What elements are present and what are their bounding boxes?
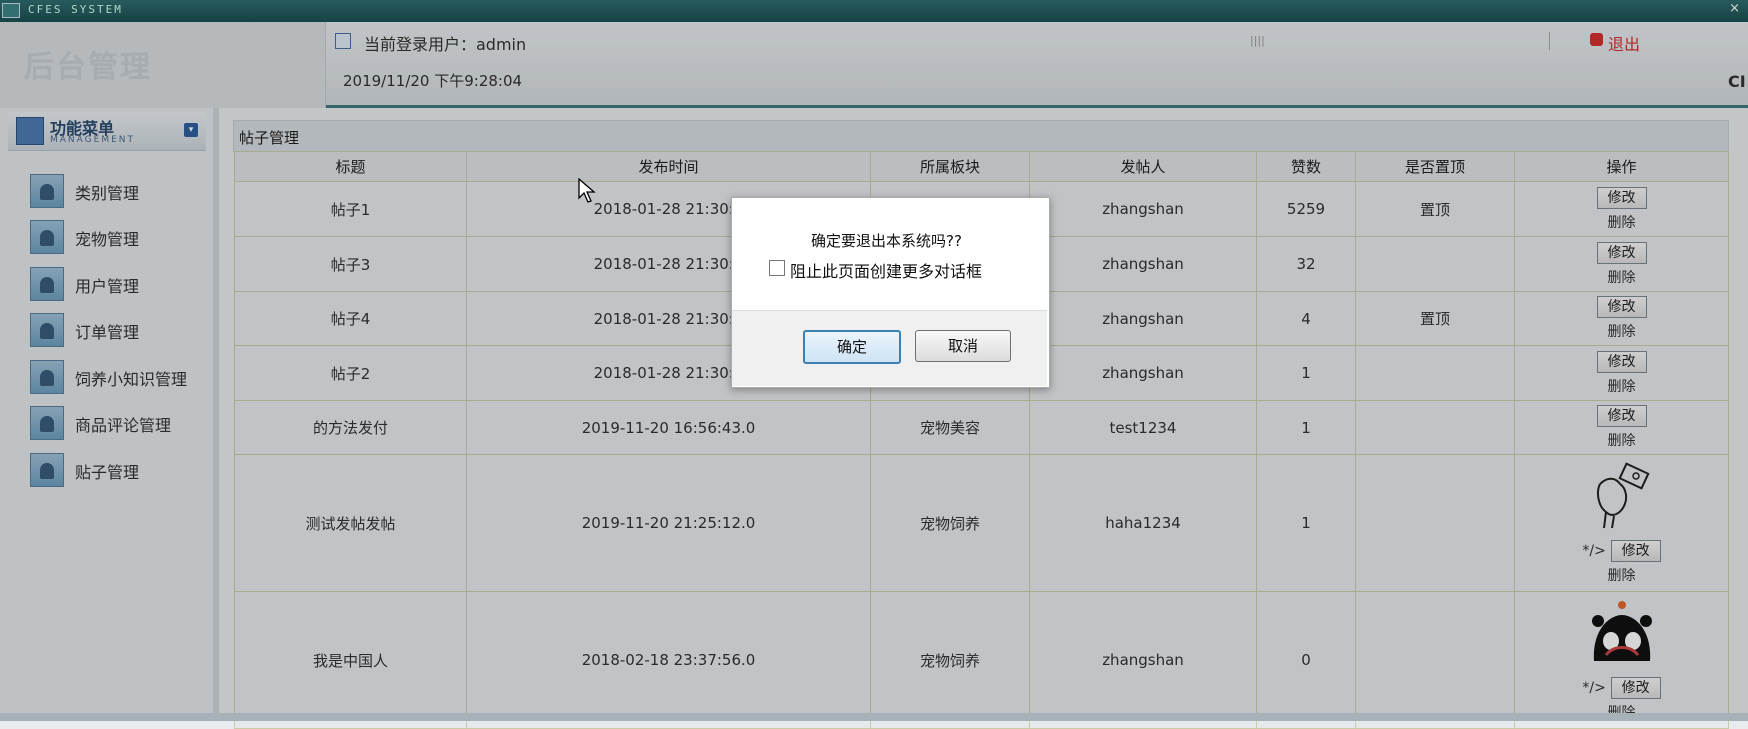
suppress-dialogs-checkbox[interactable]	[769, 260, 785, 276]
suppress-dialogs-label[interactable]: 阻止此页面创建更多对话框	[790, 258, 982, 282]
dialog-message: 确定要退出本系统吗??	[811, 232, 962, 250]
ok-button[interactable]: 确定	[803, 330, 901, 364]
cancel-button[interactable]: 取消	[915, 330, 1011, 362]
mouse-cursor-icon	[578, 178, 596, 203]
